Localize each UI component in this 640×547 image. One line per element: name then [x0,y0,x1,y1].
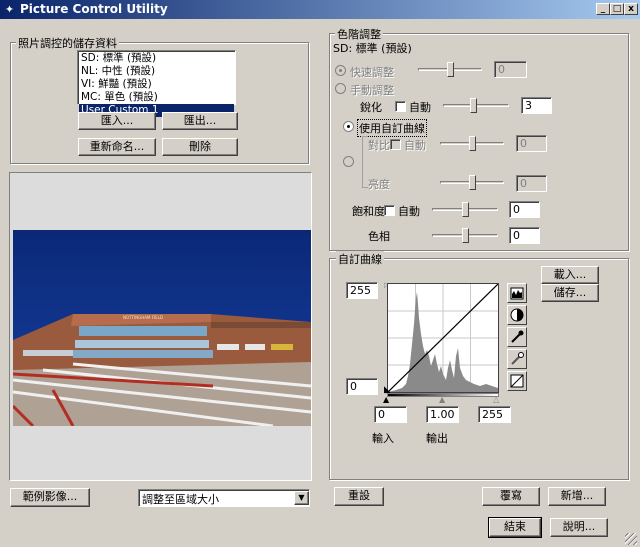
sample-image: NOTTINGHAM FIELD [13,230,311,426]
histogram-tool-button[interactable] [507,283,527,303]
black-point-dropper-icon [511,330,524,343]
title-bar[interactable]: ✦ Picture Control Utility _ □ x [0,0,640,19]
minimize-button[interactable]: _ [596,3,610,15]
input-label: 輸入 [372,432,394,445]
custom-curve-radio[interactable] [343,121,354,132]
fit-select[interactable]: 調整至區域大小 ▼ [138,489,310,507]
contrast-slider[interactable] [469,136,476,151]
input-white-slider[interactable]: △ [493,395,499,404]
list-item[interactable]: VI: 鮮豔 (預設) [79,78,234,91]
auto-contrast-icon [510,308,524,322]
input-black-slider[interactable]: ▲ [383,395,389,404]
list-item[interactable]: NL: 中性 (預設) [79,65,234,78]
building-sign: NOTTINGHAM FIELD [123,315,163,320]
saturation-slider[interactable] [462,202,469,217]
linear-curve-tool-button[interactable] [507,371,527,391]
output-label: 輸出 [426,432,448,445]
manual-adjust-label: 手動調整 [350,84,394,97]
gamma-field[interactable]: 1.00 [426,406,459,423]
app-icon[interactable]: ✦ [3,3,16,16]
sharpening-value[interactable]: 3 [521,97,552,114]
close-dialog-button[interactable]: 結束 [488,517,542,538]
quick-adjust-radio[interactable] [335,65,346,76]
custom-curve-label: 使用自訂曲線 [357,119,427,137]
saturation-value[interactable]: 0 [509,201,540,218]
saturation-auto-checkbox[interactable] [384,205,395,216]
curve-load-button[interactable]: 載入... [541,266,599,284]
list-item[interactable]: MC: 單色 (預設) [79,91,234,104]
output-min-field[interactable]: 0 [346,378,378,395]
auto-contrast-tool-button[interactable] [507,305,527,325]
curve-save-button[interactable]: 儲存... [541,284,599,302]
curve-graph[interactable] [387,283,499,393]
input-black-field[interactable]: 0 [374,406,407,423]
white-point-dropper-icon [511,352,524,365]
contrast-value[interactable]: 0 [516,135,547,152]
histogram-icon [510,287,524,300]
sharpening-auto-checkbox[interactable] [395,101,406,112]
brightness-label: 亮度 [368,178,390,191]
saturation-auto-label: 自動 [398,205,420,218]
list-item[interactable]: SD: 標準 (預設) [79,52,234,65]
output-max-field[interactable]: 255 [346,282,378,299]
dropdown-arrow-icon[interactable]: ▼ [294,491,309,505]
quick-adjust-slider[interactable] [447,62,454,77]
sample-image-button[interactable]: 範例影像... [10,488,90,507]
new-button[interactable]: 新增... [548,487,606,506]
preview-pane[interactable]: NOTTINGHAM FIELD [9,172,312,481]
hue-label: 色相 [368,230,390,243]
sharpening-auto-label: 自動 [409,101,431,114]
input-white-field[interactable]: 255 [478,406,511,423]
contrast-brightness-radio[interactable] [343,156,354,167]
storage-group-label: 照片調控的儲存資料 [16,35,119,51]
import-button[interactable]: 匯入... [78,112,156,130]
contrast-label: 對比 [368,139,390,152]
quick-adjust-value[interactable]: 0 [494,61,527,78]
overwrite-button[interactable]: 覆寫 [482,487,540,506]
resize-grip[interactable] [625,533,637,545]
curve-canvas [387,283,499,393]
hue-value[interactable]: 0 [509,227,540,244]
white-point-dropper-button[interactable] [507,349,527,369]
sharpening-label: 銳化 [360,101,382,114]
manual-adjust-radio[interactable] [335,83,346,94]
contrast-auto-label: 自動 [404,139,426,152]
window-title: Picture Control Utility [20,2,168,16]
help-button[interactable]: 說明... [550,518,608,537]
current-preset: SD: 標準 (預設) [333,42,412,55]
quick-adjust-label: 快速調整 [350,66,394,79]
curve-group-label: 自訂曲線 [336,251,384,267]
hue-slider[interactable] [462,228,469,243]
maximize-button[interactable]: □ [610,3,624,15]
close-button[interactable]: x [624,3,638,15]
linear-curve-icon [510,374,524,388]
gamma-slider[interactable]: ▲ [439,395,445,404]
brightness-value[interactable]: 0 [516,175,547,192]
saturation-label: 飽和度 [352,205,385,218]
export-button[interactable]: 匯出... [162,112,238,130]
picture-control-list[interactable]: SD: 標準 (預設) NL: 中性 (預設) VI: 鮮豔 (預設) MC: 單色 … [77,50,236,117]
brightness-slider[interactable] [469,175,476,190]
black-point-dropper-button[interactable] [507,327,527,347]
contrast-auto-checkbox[interactable] [390,139,401,150]
reset-button[interactable]: 重設 [334,487,384,506]
delete-button[interactable]: 刪除 [162,138,238,156]
rename-button[interactable]: 重新命名... [78,138,156,156]
sharpening-slider[interactable] [470,98,477,113]
fit-select-value: 調整至區域大小 [142,493,219,506]
